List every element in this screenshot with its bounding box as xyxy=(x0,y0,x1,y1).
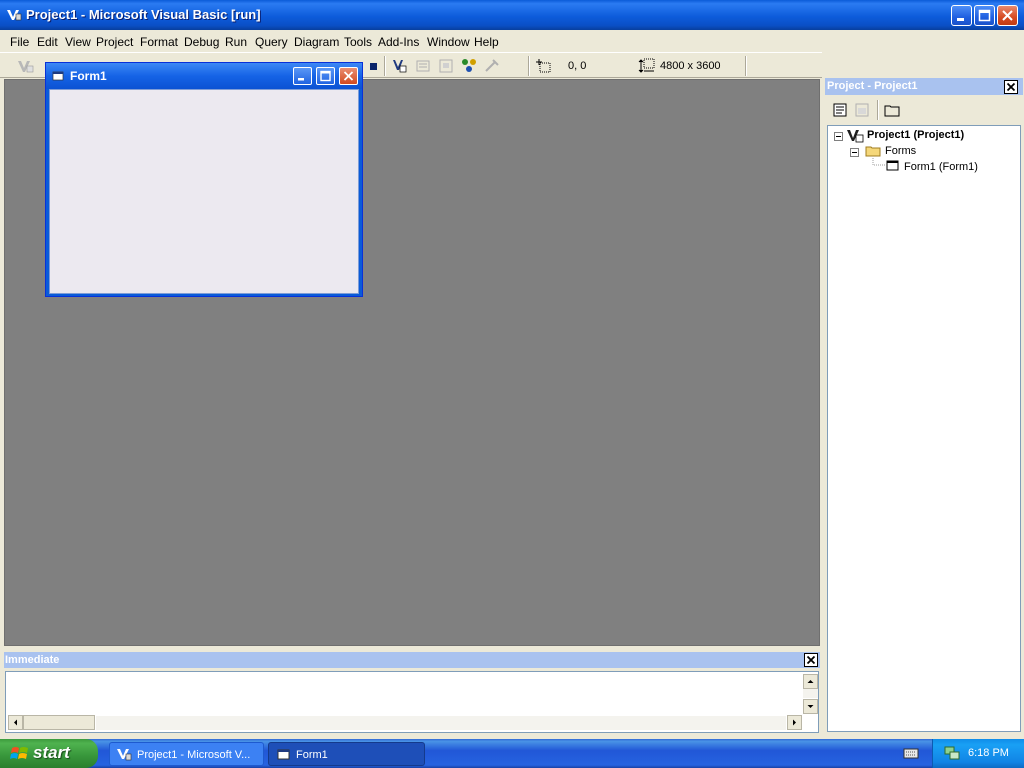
form-icon xyxy=(52,71,64,81)
view-object-icon[interactable] xyxy=(854,102,870,118)
project-tree[interactable]: Project1 (Project1) Forms Form1 (Form1) xyxy=(827,125,1021,732)
window-title: Project1 - Microsoft Visual Basic [run] xyxy=(26,7,261,22)
menu-debug[interactable]: Debug xyxy=(184,35,219,49)
close-icon xyxy=(806,655,816,665)
taskbar-button-form1[interactable]: Form1 xyxy=(268,742,425,766)
taskbar: start Project1 - Microsoft V... Form1 6:… xyxy=(0,739,1024,768)
menu-window[interactable]: Window xyxy=(427,35,470,49)
menu-tools[interactable]: Tools xyxy=(344,35,372,49)
menu-query[interactable]: Query xyxy=(255,35,288,49)
form-layout-icon[interactable] xyxy=(437,57,455,75)
stop-icon[interactable] xyxy=(364,57,382,75)
horizontal-scroll-track[interactable] xyxy=(96,716,786,730)
form1-window[interactable]: Form1 xyxy=(45,62,363,297)
size-readout: 4800 x 3600 xyxy=(660,60,721,72)
menu-add-ins[interactable]: Add-Ins xyxy=(378,35,419,49)
size-icon xyxy=(638,58,655,73)
network-icon[interactable] xyxy=(943,745,961,761)
project-explorer-icon[interactable] xyxy=(390,57,408,75)
start-button[interactable]: start xyxy=(0,739,98,768)
scroll-right-button[interactable] xyxy=(787,715,802,730)
close-icon xyxy=(1006,82,1016,92)
properties-window-icon[interactable] xyxy=(414,57,432,75)
project-explorer-panel: Project - Project1 Project1 (Project1) F… xyxy=(824,78,1024,734)
project-icon xyxy=(847,130,864,143)
immediate-title: Immediate xyxy=(5,654,60,666)
form1-close-button[interactable] xyxy=(339,67,358,85)
minimize-icon xyxy=(957,18,964,21)
taskbar-button-form1-label: Form1 xyxy=(296,749,328,761)
maximize-button[interactable] xyxy=(974,5,995,26)
close-button[interactable] xyxy=(997,5,1018,26)
tree-forms-folder[interactable]: Forms xyxy=(885,145,916,157)
immediate-input-area[interactable] xyxy=(5,671,819,733)
windows-logo-icon xyxy=(10,747,28,759)
menu-bar: File Edit View Project Format Debug Run … xyxy=(0,30,1024,52)
position-icon xyxy=(536,59,551,73)
vb-app-icon xyxy=(7,10,22,21)
menu-edit[interactable]: Edit xyxy=(37,35,58,49)
taskbar-button-vb-label: Project1 - Microsoft V... xyxy=(137,749,251,761)
immediate-close-button[interactable] xyxy=(804,653,818,667)
immediate-window: Immediate xyxy=(4,650,820,734)
taskbar-button-vb[interactable]: Project1 - Microsoft V... xyxy=(109,742,264,766)
minimize-icon xyxy=(298,78,304,81)
collapse-icon[interactable] xyxy=(834,132,843,141)
arrow-up-icon xyxy=(807,680,814,683)
menu-file[interactable]: File xyxy=(10,35,29,49)
arrow-right-icon xyxy=(793,719,796,726)
object-browser-icon[interactable] xyxy=(460,57,478,75)
position-readout: 0, 0 xyxy=(568,60,587,72)
menu-format[interactable]: Format xyxy=(140,35,178,49)
immediate-title-bar[interactable]: Immediate xyxy=(4,652,820,668)
menu-diagram[interactable]: Diagram xyxy=(294,35,339,49)
vertical-scroll-track[interactable] xyxy=(803,689,818,698)
horizontal-scroll-thumb[interactable] xyxy=(23,715,95,730)
tree-connector xyxy=(872,158,885,166)
add-project-icon[interactable] xyxy=(16,57,34,75)
keyboard-icon[interactable] xyxy=(903,746,919,760)
form1-title: Form1 xyxy=(70,69,107,83)
menu-view[interactable]: View xyxy=(65,35,91,49)
close-icon xyxy=(343,71,354,81)
project-explorer-close-button[interactable] xyxy=(1004,80,1018,94)
menu-help[interactable]: Help xyxy=(474,35,499,49)
scroll-left-button[interactable] xyxy=(8,715,23,730)
clock[interactable]: 6:18 PM xyxy=(968,747,1009,759)
maximize-icon xyxy=(320,70,331,82)
form1-title-bar[interactable]: Form1 xyxy=(46,63,362,89)
project-explorer-title: Project - Project1 xyxy=(827,80,918,92)
vb-app-icon xyxy=(117,749,132,761)
scroll-up-button[interactable] xyxy=(803,674,818,689)
scroll-down-button[interactable] xyxy=(803,699,818,714)
collapse-icon[interactable] xyxy=(850,148,859,157)
arrow-left-icon xyxy=(14,719,17,726)
form1-minimize-button[interactable] xyxy=(293,67,312,85)
form1-client-area[interactable] xyxy=(49,89,359,294)
maximize-icon xyxy=(978,9,991,22)
form-icon xyxy=(886,160,899,171)
main-title-bar[interactable]: Project1 - Microsoft Visual Basic [run] xyxy=(0,0,1024,30)
menu-run[interactable]: Run xyxy=(225,35,247,49)
tree-project-root[interactable]: Project1 (Project1) xyxy=(867,129,964,141)
menu-project[interactable]: Project xyxy=(96,35,133,49)
project-explorer-toolbar xyxy=(824,97,1024,123)
start-label: start xyxy=(33,743,70,762)
minimize-button[interactable] xyxy=(951,5,972,26)
view-code-icon[interactable] xyxy=(832,102,848,118)
close-icon xyxy=(1002,10,1013,21)
form1-maximize-button[interactable] xyxy=(316,67,335,85)
system-tray: 6:18 PM xyxy=(932,739,1024,768)
form-icon xyxy=(277,749,290,760)
toggle-folders-icon[interactable] xyxy=(884,102,900,118)
project-explorer-title-bar[interactable]: Project - Project1 xyxy=(825,78,1023,95)
folder-icon xyxy=(865,146,881,157)
arrow-down-icon xyxy=(807,705,814,708)
tree-form1-item[interactable]: Form1 (Form1) xyxy=(904,161,978,173)
toolbox-icon[interactable] xyxy=(483,57,501,75)
